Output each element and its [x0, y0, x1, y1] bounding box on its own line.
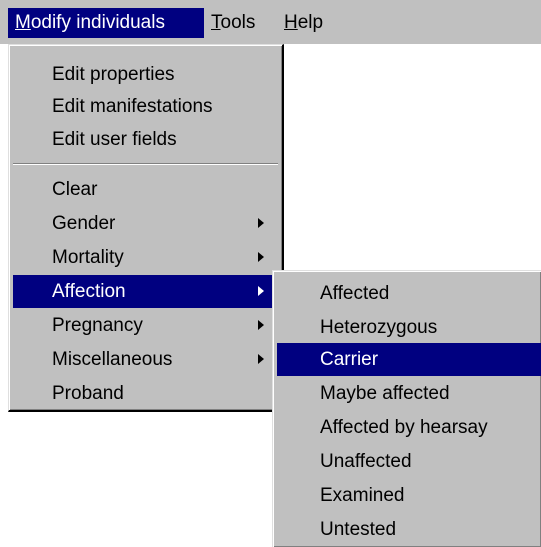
submenu-item-label: Carrier: [320, 349, 379, 370]
menu-tools[interactable]: Tools: [204, 8, 275, 38]
submenu-item-label: Maybe affected: [320, 383, 450, 404]
menu-item-edit-user-fields[interactable]: Edit user fields: [13, 123, 278, 156]
submenu-item-affected[interactable]: Affected: [277, 277, 537, 310]
menu-bar: Modify individuals Tools Help: [0, 0, 541, 44]
submenu-item-label: Affected: [320, 283, 390, 304]
submenu-item-affected-by-hearsay[interactable]: Affected by hearsay: [277, 411, 537, 444]
submenu-arrow-icon: [258, 218, 264, 228]
submenu-item-label: Heterozygous: [320, 317, 438, 338]
menu-item-affection[interactable]: Affection: [13, 275, 278, 308]
menu-item-miscellaneous[interactable]: Miscellaneous: [13, 343, 278, 376]
menu-help-label: elp: [297, 12, 324, 33]
menu-modify-individuals-label: odify individuals: [30, 12, 165, 33]
submenu-arrow-icon: [258, 286, 264, 296]
submenu-item-label: Unaffected: [320, 451, 412, 472]
submenu-item-unaffected[interactable]: Unaffected: [277, 445, 537, 478]
menu-item-label: Edit manifestations: [52, 96, 213, 117]
menu-item-edit-properties[interactable]: Edit properties: [13, 58, 278, 91]
submenu-item-label: Untested: [320, 519, 397, 540]
menu-item-label: Edit properties: [52, 64, 175, 85]
submenu-arrow-icon: [258, 252, 264, 262]
menu-item-label: Edit user fields: [52, 129, 177, 150]
menu-help[interactable]: Help: [277, 8, 337, 38]
menu-item-proband[interactable]: Proband: [13, 377, 278, 410]
submenu-item-carrier[interactable]: Carrier: [277, 343, 541, 376]
menu-item-mortality[interactable]: Mortality: [13, 241, 278, 274]
menu-modify-individuals-hotkey: M: [15, 12, 31, 33]
affection-submenu: Affected Heterozygous Carrier Maybe affe…: [272, 270, 541, 547]
menu-item-label: Affection: [52, 281, 126, 302]
submenu-item-examined[interactable]: Examined: [277, 479, 537, 512]
submenu-arrow-icon: [258, 320, 264, 330]
menu-separator: [13, 163, 278, 165]
menu-item-gender[interactable]: Gender: [13, 207, 278, 240]
menu-item-pregnancy[interactable]: Pregnancy: [13, 309, 278, 342]
menu-item-label: Pregnancy: [52, 315, 143, 336]
menu-item-label: Proband: [52, 383, 124, 404]
menu-item-clear[interactable]: Clear: [13, 173, 278, 206]
menu-modify-individuals[interactable]: Modify individuals: [8, 8, 204, 38]
menu-help-hotkey: H: [284, 12, 298, 33]
submenu-item-maybe-affected[interactable]: Maybe affected: [277, 377, 537, 410]
submenu-item-label: Examined: [320, 485, 405, 506]
menu-tools-hotkey: T: [211, 12, 221, 33]
submenu-item-heterozygous[interactable]: Heterozygous: [277, 311, 537, 344]
menu-item-label: Miscellaneous: [52, 349, 173, 370]
menu-tools-label: ools: [220, 12, 256, 33]
menu-item-label: Clear: [52, 179, 98, 200]
menu-item-label: Mortality: [52, 247, 124, 268]
modify-individuals-dropdown: Edit properties Edit manifestations Edit…: [8, 44, 284, 412]
submenu-arrow-icon: [258, 354, 264, 364]
submenu-item-untested[interactable]: Untested: [277, 513, 537, 546]
menu-item-edit-manifestations[interactable]: Edit manifestations: [13, 90, 278, 123]
submenu-item-label: Affected by hearsay: [320, 417, 488, 438]
menu-item-label: Gender: [52, 213, 116, 234]
